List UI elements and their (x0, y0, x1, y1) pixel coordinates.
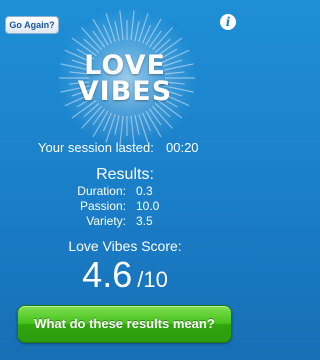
score-out-of: /10 (137, 267, 168, 292)
result-label: Variety: (86, 214, 126, 228)
session-duration-value: 00:20 (166, 140, 199, 155)
result-row-passion: Passion: 10.0 (0, 199, 250, 213)
score-value: 4.6 (82, 254, 133, 295)
result-value: 0.3 (136, 184, 153, 198)
result-row-variety: Variety: 3.5 (0, 214, 250, 228)
score-display: 4.6/10 (0, 254, 250, 296)
info-icon[interactable]: i (220, 14, 236, 30)
result-row-duration: Duration: 0.3 (0, 184, 250, 198)
results-meaning-button[interactable]: What do these results mean? (17, 305, 232, 343)
results-title: Results: (96, 166, 154, 183)
result-label: Passion: (79, 199, 126, 213)
logo-line-2: VIBES (77, 76, 173, 107)
result-value: 3.5 (136, 214, 153, 228)
session-label: Your session lasted: (38, 140, 154, 155)
result-label: Duration: (77, 184, 126, 198)
session-duration-row: Your session lasted: 00:20 (0, 140, 250, 156)
go-again-button[interactable]: Go Again? (5, 16, 59, 34)
score-label: Love Vibes Score: (68, 238, 182, 254)
love-vibes-logo: LOVE VIBES (0, 52, 250, 107)
result-value: 10.0 (136, 199, 160, 213)
